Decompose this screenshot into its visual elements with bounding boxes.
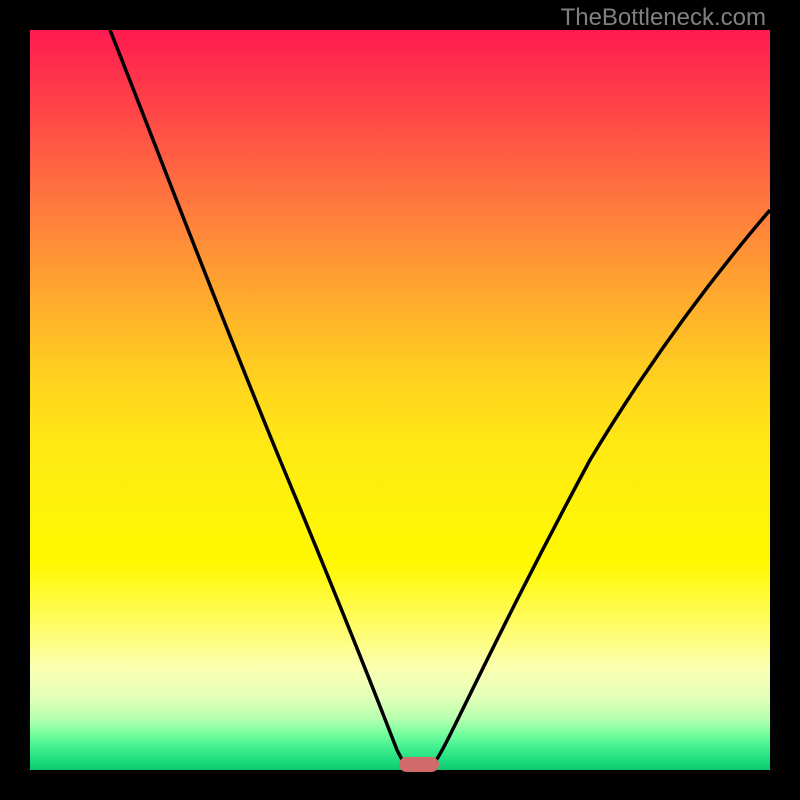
- bottleneck-curve-right: [431, 210, 770, 767]
- curve-overlay: [30, 30, 770, 770]
- watermark-text: TheBottleneck.com: [561, 4, 766, 32]
- bottleneck-curve-left: [110, 30, 407, 767]
- optimal-match-marker: [399, 757, 439, 772]
